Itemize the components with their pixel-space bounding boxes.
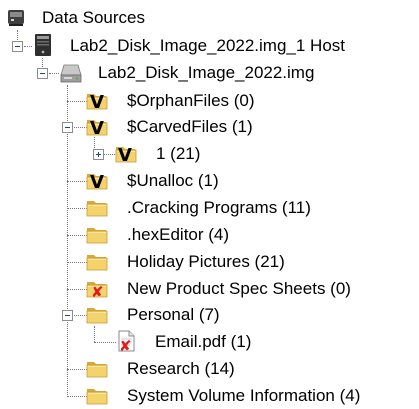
collapse-toggle-host[interactable] (12, 41, 23, 52)
tree-node-label: .hexEditor (4) (127, 225, 230, 244)
virtual-directory-mark: V (90, 118, 104, 139)
collapse-toggle-disk-image[interactable] (37, 68, 48, 79)
tree-node-label: Lab2_Disk_Image_2022.img (98, 63, 315, 82)
tree-node-label: $CarvedFiles (1) (127, 117, 253, 136)
tree-node-label: .Cracking Programs (11) (127, 198, 311, 217)
tree-node-label: Research (14) (127, 359, 235, 378)
tree-node-label: $Unalloc (1) (127, 171, 219, 190)
collapse-toggle-personal[interactable] (62, 310, 73, 321)
tree-node-label: 1 (21) (156, 144, 201, 163)
tree-node-label: System Volume Information (4) (127, 386, 361, 405)
tree-node-label: Holiday Pictures (21) (127, 252, 285, 271)
folder-icon (84, 356, 110, 380)
virtual-directory-mark: V (90, 172, 104, 193)
data-sources-icon (8, 10, 24, 26)
folder-icon (84, 222, 110, 246)
expand-toggle-carved-1[interactable] (93, 149, 104, 160)
folder-icon (84, 249, 110, 273)
data-sources-tree: Data Sources Lab2_Disk_Image_2022.img_1 … (0, 0, 419, 408)
tree-node-label: $OrphanFiles (0) (127, 91, 255, 110)
tree-node-label: New Product Spec Sheets (0) (127, 279, 351, 298)
collapse-toggle-carved-files[interactable] (62, 122, 73, 133)
tree-node-label: Email.pdf (1) (155, 332, 252, 351)
tree-line (94, 326, 95, 342)
folder-icon (84, 383, 110, 407)
tree-node-label: Lab2_Disk_Image_2022.img_1 Host (70, 36, 346, 55)
deleted-x-mark: ✘ (91, 283, 104, 301)
virtual-directory-mark: V (90, 92, 104, 113)
tree-node-label: Personal (7) (127, 305, 220, 324)
tree-node-label: Data Sources (42, 8, 145, 27)
disk-image-icon (60, 64, 82, 83)
deleted-x-mark: ✘ (119, 337, 132, 355)
host-computer-icon (35, 34, 51, 56)
folder-icon (84, 195, 110, 219)
folder-icon (84, 302, 110, 326)
virtual-directory-mark: V (118, 145, 132, 166)
